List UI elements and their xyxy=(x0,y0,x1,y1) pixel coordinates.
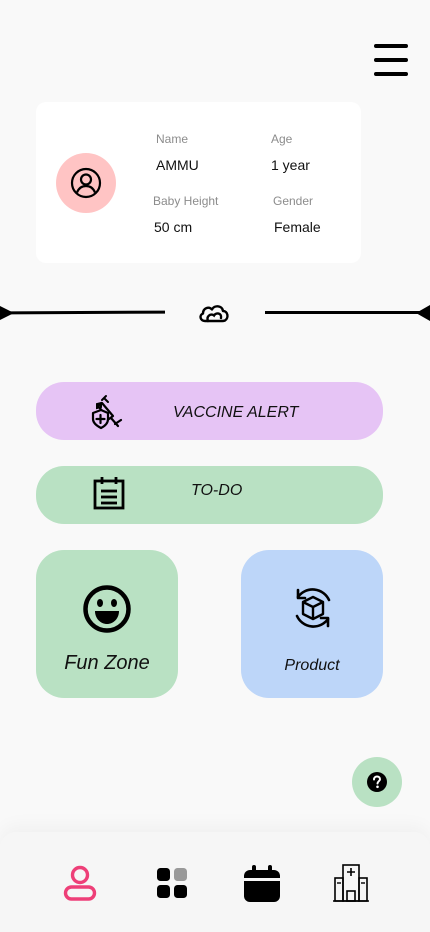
height-label: Baby Height xyxy=(153,194,219,208)
menu-button[interactable] xyxy=(372,42,412,78)
bottom-navigation xyxy=(0,832,430,932)
vaccine-alert-button[interactable]: VACCINE ALERT xyxy=(36,382,383,440)
calendar-icon xyxy=(244,865,280,902)
product-label: Product xyxy=(284,657,340,674)
calendar-notepad-icon xyxy=(93,477,125,510)
user-circle-icon xyxy=(70,167,102,199)
todo-button[interactable]: TO-DO xyxy=(36,466,383,524)
hamburger-menu-icon xyxy=(374,44,408,48)
nav-item-profile[interactable] xyxy=(59,862,101,904)
nav-item-dashboard[interactable] xyxy=(151,862,193,904)
vaccine-alert-label: VACCINE ALERT xyxy=(173,404,299,421)
name-label: Name xyxy=(156,132,189,146)
gender-value: Female xyxy=(274,219,321,235)
baby-profile-card[interactable]: Name AMMU Age 1 year Baby Height 50 cm G… xyxy=(36,102,361,263)
name-value: AMMU xyxy=(156,157,199,173)
smiley-face-icon xyxy=(83,585,131,633)
divider-right xyxy=(265,311,422,314)
nav-item-hospital[interactable] xyxy=(330,860,372,904)
syringe-shield-icon xyxy=(91,395,123,430)
age-label: Age xyxy=(271,132,293,146)
right-arrow-icon xyxy=(416,305,430,321)
clouds-icon xyxy=(197,300,231,331)
fun-zone-label: Fun Zone xyxy=(64,652,150,674)
grid-icon xyxy=(157,868,187,898)
help-button[interactable] xyxy=(352,757,402,807)
hospital-icon xyxy=(333,864,369,902)
nav-item-calendar[interactable] xyxy=(240,862,284,906)
box-refresh-icon xyxy=(295,588,331,628)
divider-left xyxy=(7,310,166,315)
question-mark-icon xyxy=(367,772,387,792)
user-icon xyxy=(63,865,97,901)
gender-label: Gender xyxy=(273,194,314,208)
fun-zone-tile[interactable]: Fun Zone xyxy=(36,550,178,698)
height-value: 50 cm xyxy=(154,219,193,235)
todo-label: TO-DO xyxy=(191,482,243,499)
product-tile[interactable]: Product xyxy=(241,550,383,698)
age-value: 1 year xyxy=(271,157,310,173)
avatar xyxy=(56,153,116,213)
